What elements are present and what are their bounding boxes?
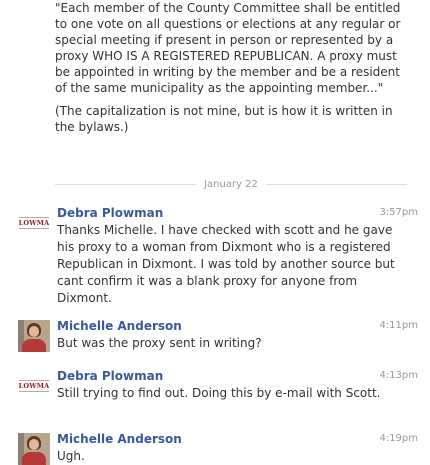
quoted-bylaws-paragraph: "Each member of the County Committee sha… [55, 1, 401, 95]
message-timestamp: 4:19pm [379, 433, 418, 444]
author-name-link[interactable]: Debra Plowman [57, 368, 163, 384]
lowma-logo: LOWMA [18, 217, 50, 229]
avatar[interactable] [18, 320, 50, 352]
message-text: But was the proxy sent in writing? [57, 336, 262, 350]
message-timestamp: 4:13pm [379, 370, 418, 381]
date-separator-label: January 22 [196, 179, 266, 191]
author-name-link[interactable]: Michelle Anderson [57, 318, 182, 334]
message-text: Thanks Michelle. I have checked with sco… [57, 223, 395, 305]
avatar[interactable] [18, 433, 50, 465]
quoted-message-body: "Each member of the County Committee sha… [55, 0, 407, 135]
message-timestamp: 3:57pm [379, 207, 418, 218]
avatar[interactable]: LOWMA [18, 207, 50, 239]
message-text: Still trying to find out. Doing this by … [57, 386, 381, 400]
lowma-logo: LOWMA [18, 380, 50, 392]
message-timestamp: 4:11pm [379, 320, 418, 331]
message-text: Ugh. [57, 449, 85, 463]
author-name-link[interactable]: Michelle Anderson [57, 431, 182, 447]
capitalization-note: (The capitalization is not mine, but is … [55, 104, 393, 134]
author-name-link[interactable]: Debra Plowman [57, 205, 163, 221]
date-separator: January 22 [55, 179, 407, 191]
avatar[interactable]: LOWMA [18, 370, 50, 402]
